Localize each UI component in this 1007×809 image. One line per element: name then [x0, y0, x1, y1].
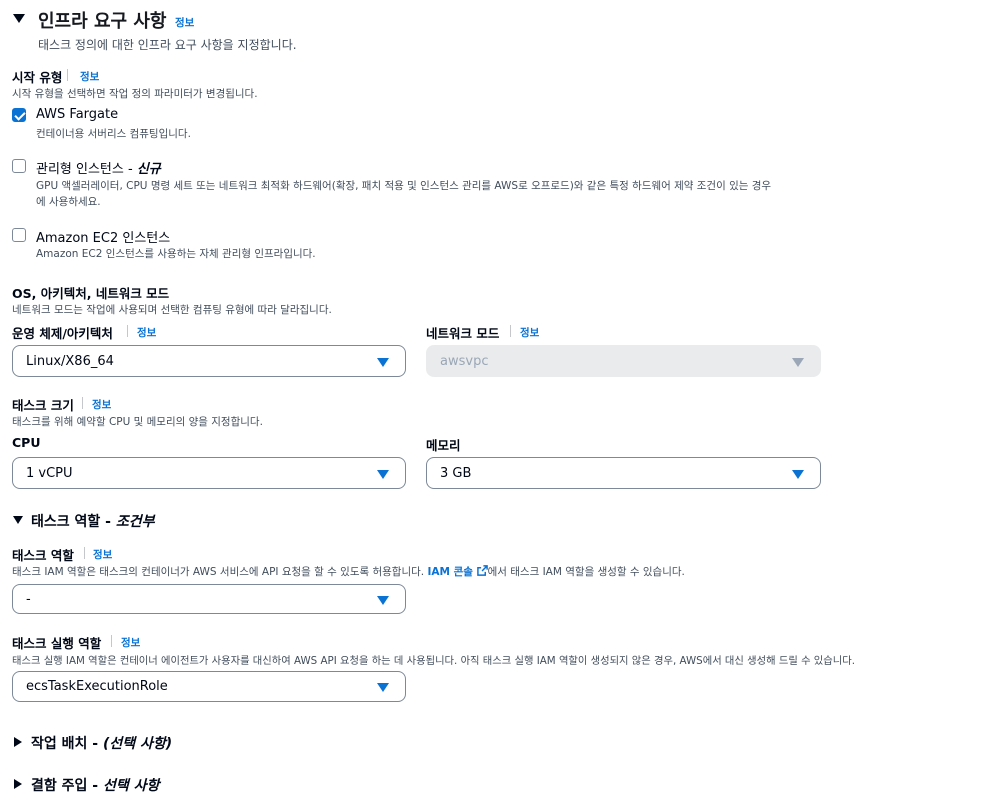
ec2-option-description: Amazon EC2 인스턴스를 사용하는 자체 관리형 인프라입니다. [36, 248, 316, 260]
fault-injection-title-suffix: 선택 사항 [102, 778, 160, 794]
divider [82, 397, 83, 409]
task-exec-role-select[interactable]: ecsTaskExecutionRole [12, 671, 406, 702]
memory-label: 메모리 [426, 438, 461, 453]
section-info-link[interactable]: 정보 [175, 15, 194, 30]
task-exec-role-value: ecsTaskExecutionRole [26, 679, 168, 694]
os-arch-value: Linux/X86_64 [26, 354, 114, 369]
task-role-info-link[interactable]: 정보 [93, 547, 112, 562]
task-size-title: 태스크 크기 [12, 398, 74, 413]
os-arch-select[interactable]: Linux/X86_64 [12, 345, 406, 377]
task-exec-role-info-link[interactable]: 정보 [121, 635, 140, 650]
placement-title-text: 작업 배치 - [31, 736, 99, 752]
launch-type-info-link[interactable]: 정보 [80, 69, 99, 84]
managed-instances-checkbox[interactable] [12, 159, 26, 173]
collapse-caret-icon[interactable] [13, 14, 25, 23]
fargate-checkbox[interactable] [12, 108, 26, 122]
memory-select[interactable]: 3 GB [426, 457, 821, 489]
task-roles-section-title[interactable]: 태스크 역할 - 조건부 [31, 511, 154, 531]
fargate-option-title: AWS Fargate [36, 107, 119, 122]
cpu-label: CPU [12, 435, 41, 450]
launch-type-label: 시작 유형 [12, 70, 63, 85]
fault-injection-section-title[interactable]: 결함 주입 - 선택 사항 [31, 775, 159, 795]
os-info-link[interactable]: 정보 [137, 325, 156, 340]
cpu-select[interactable]: 1 vCPU [12, 457, 406, 489]
task-size-info-link[interactable]: 정보 [92, 397, 111, 412]
collapse-caret-icon[interactable] [13, 516, 23, 524]
dropdown-arrow-icon [792, 470, 804, 479]
task-role-desc-pre: 태스크 IAM 역할은 태스크의 컨테이너가 AWS 서비스에 API 요청을 … [12, 566, 425, 578]
fault-injection-title-text: 결함 주입 - [31, 778, 99, 794]
dropdown-arrow-icon [377, 358, 389, 367]
network-mode-select: awsvpc [426, 345, 821, 377]
dropdown-arrow-icon [377, 596, 389, 605]
network-mode-info-link[interactable]: 정보 [520, 325, 539, 340]
divider [127, 325, 128, 337]
managed-instances-option-description: GPU 액셀러레이터, CPU 명령 세트 또는 네트워크 최적화 하드웨어(확… [36, 180, 772, 192]
task-roles-title-suffix: 조건부 [115, 514, 155, 530]
section-title: 인프라 요구 사항 [38, 11, 167, 32]
section-description: 태스크 정의에 대한 인프라 요구 사항을 지정합니다. [38, 38, 297, 52]
network-mode-label: 네트워크 모드 [426, 326, 500, 341]
dropdown-arrow-icon [377, 683, 389, 692]
os-arch-network-description: 네트워크 모드는 작업에 사용되며 선택한 컴퓨팅 유형에 따라 달라집니다. [12, 304, 332, 316]
task-role-desc-post: 에서 태스크 IAM 역할을 생성할 수 있습니다. [487, 566, 685, 578]
external-link-icon [476, 565, 488, 576]
os-arch-network-title: OS, 아키텍처, 네트워크 모드 [12, 286, 170, 301]
cpu-value: 1 vCPU [26, 466, 73, 481]
placement-section-title[interactable]: 작업 배치 - (선택 사항) [31, 733, 172, 753]
divider [67, 69, 68, 81]
os-label: 운영 체제/아키텍처 [12, 326, 113, 341]
divider [84, 547, 85, 559]
task-role-select[interactable]: - [12, 584, 406, 614]
managed-instances-option-description-2: 에 사용하세요. [36, 196, 101, 208]
placement-title-suffix: (선택 사항) [102, 736, 173, 752]
fargate-option-description: 컨테이너용 서버리스 컴퓨팅입니다. [36, 128, 191, 140]
task-role-label: 태스크 역할 [12, 548, 74, 563]
divider [510, 325, 511, 337]
network-mode-value: awsvpc [440, 354, 489, 369]
ec2-option-title: Amazon EC2 인스턴스 [36, 231, 171, 246]
task-size-description: 태스크를 위해 예약할 CPU 및 메모리의 양을 지정합니다. [12, 416, 263, 428]
ec2-checkbox[interactable] [12, 228, 26, 242]
task-role-description: 태스크 IAM 역할은 태스크의 컨테이너가 AWS 서비스에 API 요청을 … [12, 564, 685, 579]
iam-console-link[interactable]: IAM 콘솔 [427, 565, 488, 578]
task-exec-role-description: 태스크 실행 IAM 역할은 컨테이너 에이전트가 사용자를 대신하여 AWS … [12, 655, 855, 667]
dropdown-arrow-icon [377, 470, 389, 479]
task-role-value: - [26, 592, 31, 607]
launch-type-description: 시작 유형을 선택하면 작업 정의 파라미터가 변경됩니다. [12, 88, 258, 100]
dropdown-arrow-icon [792, 358, 804, 367]
expand-caret-icon[interactable] [14, 737, 22, 747]
memory-value: 3 GB [440, 466, 472, 481]
divider [111, 635, 112, 647]
new-badge: 신규 [136, 162, 161, 177]
managed-instances-title-text: 관리형 인스턴스 - [36, 162, 133, 177]
managed-instances-option-title: 관리형 인스턴스 - 신규 [36, 158, 161, 177]
task-exec-role-label: 태스크 실행 역할 [12, 636, 102, 651]
task-roles-title-text: 태스크 역할 - [31, 514, 111, 530]
expand-caret-icon[interactable] [14, 779, 22, 789]
